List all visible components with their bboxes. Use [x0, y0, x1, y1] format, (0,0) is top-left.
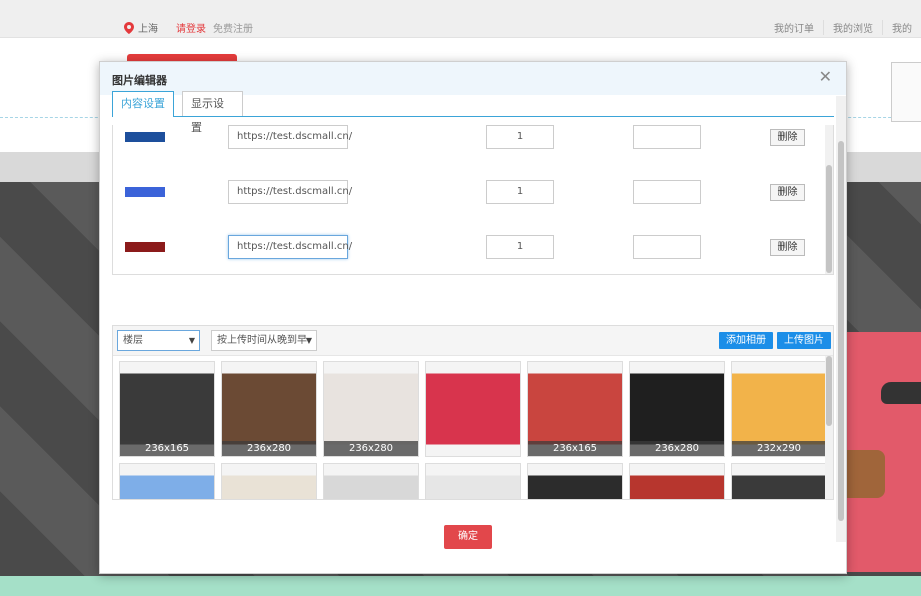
- delete-button[interactable]: 删除: [770, 239, 805, 256]
- album-select-value: 楼层: [123, 335, 143, 346]
- sort-input[interactable]: 1: [486, 125, 554, 149]
- gallery-thumbnail: [630, 464, 724, 499]
- site-footer-strip: [0, 576, 921, 596]
- image-row: https://test.dscmall.cn/ 1 删除: [113, 125, 825, 151]
- upload-image-button[interactable]: 上传图片: [777, 332, 831, 349]
- gallery-thumbnail: [324, 464, 418, 499]
- sort-input[interactable]: 1: [486, 180, 554, 204]
- sort-order-value: 按上传时间从晚到早: [217, 335, 307, 346]
- image-editor-dialog: 图片编辑器 ✕ 内容设置 显示设置 https://test.dscmall.c…: [99, 61, 847, 574]
- image-size-label: 236x280: [222, 441, 316, 456]
- dialog-scrollbar[interactable]: [836, 96, 846, 542]
- location-pin-icon: [124, 21, 134, 34]
- location-selector[interactable]: 上海: [124, 20, 158, 35]
- gallery-toolbar: 楼层 ▼ 按上传时间从晚到早 ▼ 添加相册 上传图片: [113, 326, 833, 356]
- delete-button[interactable]: 删除: [770, 184, 805, 201]
- link-url-input[interactable]: https://test.dscmall.cn/: [228, 180, 352, 204]
- register-link[interactable]: 免费注册: [213, 20, 253, 35]
- dialog-title: 图片编辑器: [112, 74, 167, 87]
- gallery-image-item[interactable]: [119, 463, 215, 499]
- rows-scrollbar[interactable]: [825, 125, 833, 274]
- album-select[interactable]: 楼层 ▼: [117, 330, 200, 351]
- my-orders-link[interactable]: 我的订单: [765, 20, 823, 35]
- gallery-image-item[interactable]: 236x280: [221, 361, 317, 457]
- gallery-image-item[interactable]: 236x280: [323, 361, 419, 457]
- sort-order-select[interactable]: 按上传时间从晚到早 ▼: [211, 330, 317, 351]
- gallery-image-item[interactable]: [527, 463, 623, 499]
- image-row: https://test.dscmall.cn/ 1 删除: [113, 235, 825, 261]
- image-size-label: 236x165: [120, 441, 214, 456]
- extra-input[interactable]: [633, 180, 701, 204]
- extra-input[interactable]: [633, 125, 701, 149]
- image-gallery: 楼层 ▼ 按上传时间从晚到早 ▼ 添加相册 上传图片 236x165 236x28…: [112, 325, 834, 500]
- site-topbar: 上海 请登录 免费注册 我的订单 我的浏览 我的: [0, 0, 921, 38]
- gallery-thumbnail: [732, 464, 826, 499]
- gallery-image-item[interactable]: [221, 463, 317, 499]
- sort-input[interactable]: 1: [486, 235, 554, 259]
- gallery-thumbnail: [426, 464, 520, 499]
- gallery-image-item[interactable]: [425, 463, 521, 499]
- link-url-input[interactable]: https://test.dscmall.cn/: [228, 235, 352, 259]
- chevron-down-icon: ▼: [188, 336, 195, 345]
- image-row: https://test.dscmall.cn/ 1 删除: [113, 180, 825, 206]
- gallery-image-item[interactable]: [629, 463, 725, 499]
- gallery-image-item[interactable]: 236x165: [527, 361, 623, 457]
- gallery-image-item[interactable]: 236x280: [629, 361, 725, 457]
- location-text: 上海: [138, 24, 158, 35]
- cart-widget[interactable]: [891, 62, 921, 122]
- tab-content-settings[interactable]: 内容设置: [112, 91, 174, 117]
- gallery-thumbnail: [120, 464, 214, 499]
- gallery-scrollbar[interactable]: [825, 356, 833, 499]
- gallery-image-item[interactable]: [731, 463, 827, 499]
- close-icon[interactable]: ✕: [819, 69, 832, 85]
- login-link[interactable]: 请登录: [176, 20, 206, 35]
- row-thumbnail: [125, 132, 165, 142]
- extra-input[interactable]: [633, 235, 701, 259]
- rows-scrollbar-thumb[interactable]: [826, 165, 832, 273]
- gallery-image-item[interactable]: 236x165: [119, 361, 215, 457]
- dialog-tabs: 内容设置 显示设置: [112, 91, 834, 134]
- my-history-link[interactable]: 我的浏览: [823, 20, 882, 35]
- banner-shoe-image: [881, 382, 921, 404]
- row-thumbnail: [125, 242, 165, 252]
- link-url-input[interactable]: https://test.dscmall.cn/: [228, 125, 352, 149]
- delete-button[interactable]: 删除: [770, 129, 805, 146]
- gallery-thumbnail: [426, 362, 520, 456]
- add-album-button[interactable]: 添加相册: [719, 332, 773, 349]
- dialog-scrollbar-thumb[interactable]: [838, 141, 844, 521]
- chevron-down-icon: ▼: [305, 336, 312, 345]
- my-account-link[interactable]: 我的: [882, 20, 921, 35]
- gallery-thumbnail: [222, 464, 316, 499]
- row-thumbnail: [125, 187, 165, 197]
- image-size-label: 232x290: [732, 441, 826, 456]
- gallery-scrollbar-thumb[interactable]: [826, 356, 832, 426]
- gallery-image-item[interactable]: [425, 361, 521, 457]
- image-size-label: 236x280: [324, 441, 418, 456]
- confirm-button[interactable]: 确定: [444, 525, 492, 549]
- tab-display-settings[interactable]: 显示设置: [182, 91, 243, 134]
- gallery-thumbnail: [528, 464, 622, 499]
- top-links: 我的订单 我的浏览 我的: [765, 20, 921, 35]
- image-size-label: 236x280: [630, 441, 724, 456]
- gallery-image-item[interactable]: [323, 463, 419, 499]
- image-rows-panel: https://test.dscmall.cn/ 1 删除 https://te…: [112, 125, 834, 275]
- image-size-label: 236x165: [528, 441, 622, 456]
- gallery-image-item[interactable]: 232x290: [731, 361, 827, 457]
